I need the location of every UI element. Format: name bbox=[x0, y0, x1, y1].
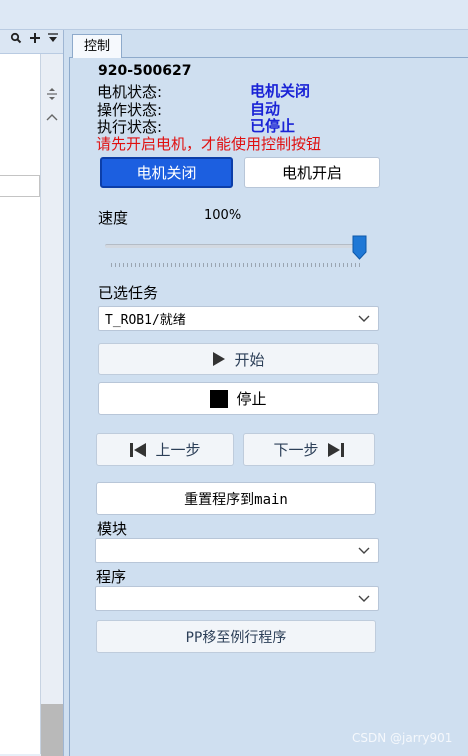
left-pane-list bbox=[0, 54, 41, 754]
caret-up-icon[interactable] bbox=[46, 110, 58, 125]
chevron-down-icon bbox=[358, 595, 370, 602]
speed-slider-track[interactable] bbox=[105, 244, 362, 248]
top-bar bbox=[0, 0, 468, 30]
module-select[interactable] bbox=[95, 538, 379, 563]
execution-state-label: 执行状态: bbox=[97, 118, 163, 136]
stop-button-label: 停止 bbox=[236, 390, 267, 408]
next-step-label: 下一步 bbox=[273, 441, 319, 459]
left-pane-header bbox=[0, 30, 63, 54]
task-select-value: T_ROB1/就绪 bbox=[105, 313, 186, 328]
motor-on-button[interactable]: 电机开启 bbox=[244, 157, 380, 188]
chevron-down-icon bbox=[358, 315, 370, 322]
selected-task-label: 已选任务 bbox=[98, 284, 159, 302]
stop-button[interactable]: 停止 bbox=[98, 382, 379, 415]
pp-to-routine-button[interactable]: PP移至例行程序 bbox=[96, 620, 376, 653]
chevron-down-icon bbox=[358, 547, 370, 554]
search-icon[interactable] bbox=[10, 32, 22, 48]
operation-state-value: 自动 bbox=[250, 100, 281, 118]
routine-label: 程序 bbox=[96, 568, 127, 586]
skip-back-icon bbox=[130, 442, 147, 457]
stop-icon bbox=[210, 389, 229, 408]
play-icon bbox=[213, 352, 226, 366]
speed-slider-ticks bbox=[111, 263, 361, 267]
speed-label: 速度 bbox=[98, 209, 129, 227]
watermark: CSDN @jarry901 bbox=[352, 731, 453, 745]
left-pane bbox=[0, 30, 64, 756]
start-button[interactable]: 开始 bbox=[98, 343, 379, 375]
previous-step-label: 上一步 bbox=[155, 441, 201, 459]
execution-state-value: 已停止 bbox=[250, 117, 296, 135]
speed-value: 100% bbox=[204, 208, 242, 223]
motor-state-value: 电机关闭 bbox=[250, 82, 311, 100]
module-label: 模块 bbox=[97, 520, 128, 538]
routine-select[interactable] bbox=[95, 586, 379, 611]
skip-forward-icon bbox=[327, 442, 344, 457]
start-button-label: 开始 bbox=[234, 350, 265, 369]
reset-to-main-button[interactable]: 重置程序到main bbox=[96, 482, 376, 515]
next-step-button[interactable]: 下一步 bbox=[243, 433, 375, 466]
task-select[interactable]: T_ROB1/就绪 bbox=[98, 306, 379, 331]
plus-icon[interactable] bbox=[29, 32, 41, 48]
expand-icon[interactable] bbox=[46, 87, 58, 105]
scrollbar-thumb[interactable] bbox=[41, 704, 63, 756]
device-name: 920-500627 bbox=[98, 63, 192, 79]
warning-message: 请先开启电机，才能使用控制按钮 bbox=[96, 135, 322, 153]
previous-step-button[interactable]: 上一步 bbox=[96, 433, 234, 466]
menu-icon[interactable] bbox=[47, 32, 59, 48]
operation-state-label: 操作状态: bbox=[97, 101, 163, 119]
left-pane-scrollbar[interactable] bbox=[41, 54, 63, 756]
tab-control[interactable]: 控制 bbox=[72, 34, 122, 58]
motor-off-button[interactable]: 电机关闭 bbox=[100, 157, 233, 188]
motor-state-label: 电机状态: bbox=[97, 83, 163, 101]
speed-slider-thumb[interactable] bbox=[352, 235, 367, 260]
left-pane-input[interactable] bbox=[0, 175, 40, 197]
